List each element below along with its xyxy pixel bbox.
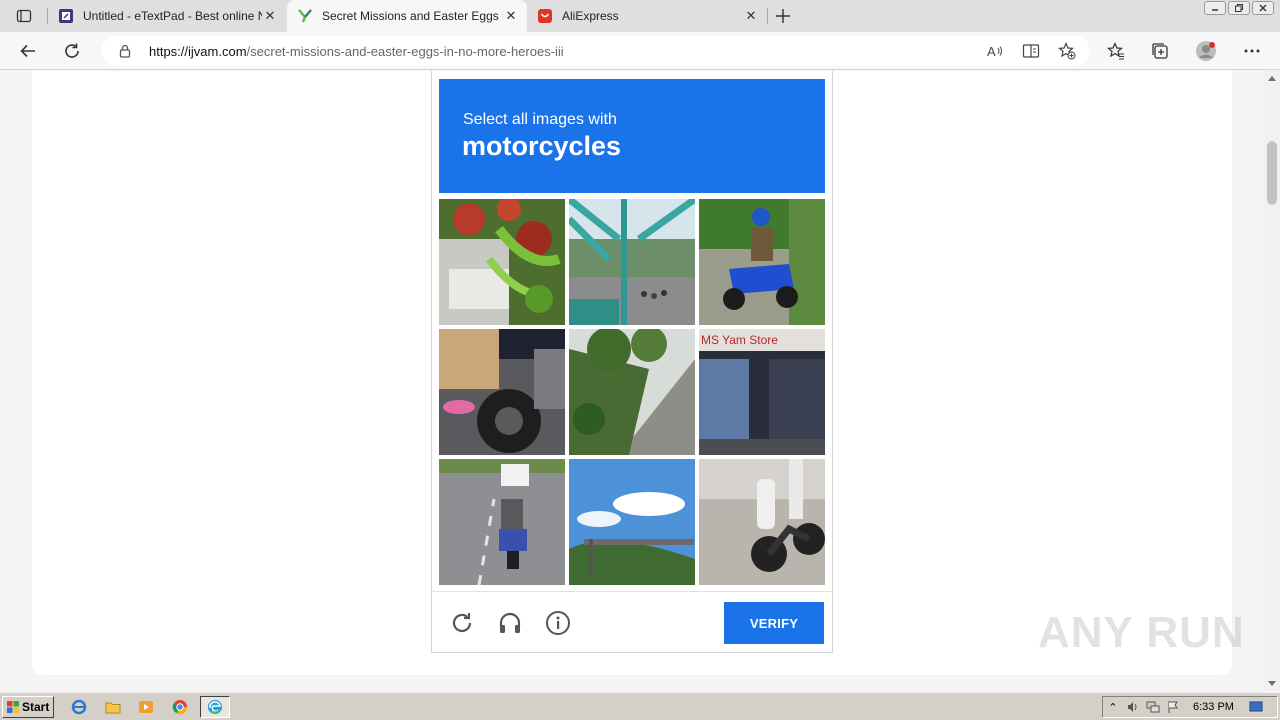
- tab-secret-missions[interactable]: Secret Missions and Easter Eggs in No Mo…: [287, 0, 527, 32]
- favorites-button[interactable]: [1102, 37, 1130, 65]
- captcha-tile-5[interactable]: [569, 329, 695, 455]
- network-icon[interactable]: [1143, 698, 1163, 716]
- browser-toolbar: https://ijvam.com/secret-missions-and-ea…: [0, 32, 1280, 70]
- captcha-tile-2[interactable]: [569, 199, 695, 325]
- tab-title: Secret Missions and Easter Eggs in No Mo…: [322, 9, 503, 23]
- refresh-icon: [65, 43, 79, 58]
- back-arrow-icon: [20, 44, 35, 58]
- captcha-footer: VERIFY: [432, 591, 832, 653]
- captcha-prompt: Select all images with motorcycles: [439, 79, 825, 193]
- restore-button[interactable]: [1228, 1, 1250, 15]
- refresh-icon: [452, 613, 472, 632]
- close-icon[interactable]: ✕: [503, 8, 519, 24]
- add-favorite-icon[interactable]: [1056, 40, 1078, 62]
- etextpad-icon: [58, 8, 74, 24]
- system-tray: ⌃ 6:33 PM: [1102, 696, 1278, 718]
- address-bar[interactable]: https://ijvam.com/secret-missions-and-ea…: [101, 36, 1090, 66]
- anyrun-watermark: ANY RUN: [1038, 608, 1245, 657]
- captcha-tile-6[interactable]: MS Yam Store: [699, 329, 825, 455]
- tab-etextpad[interactable]: Untitled - eTextPad - Best online Notepa…: [48, 0, 286, 32]
- close-icon[interactable]: ✕: [743, 8, 759, 24]
- page-viewport: Select all images with motorcycles MS Ya…: [0, 71, 1264, 691]
- audio-challenge-button[interactable]: [496, 609, 524, 637]
- captcha-image-grid: MS Yam Store: [439, 199, 825, 585]
- back-button[interactable]: [14, 37, 42, 65]
- captcha-tile-8[interactable]: [569, 459, 695, 585]
- collections-button[interactable]: [1146, 37, 1174, 65]
- read-aloud-icon[interactable]: A: [984, 40, 1006, 62]
- captcha-challenge: Select all images with motorcycles MS Ya…: [431, 71, 833, 653]
- windows-taskbar: Start ⌃ 6:33 PM: [0, 692, 1280, 720]
- close-icon[interactable]: ✕: [262, 8, 278, 24]
- clock: 6:33 PM: [1193, 701, 1234, 713]
- media-player-icon[interactable]: [136, 697, 156, 717]
- start-label: Start: [22, 700, 50, 714]
- lock-icon[interactable]: [117, 43, 133, 59]
- ie-icon[interactable]: [69, 697, 89, 717]
- tab-separator: [767, 8, 768, 24]
- captcha-tile-9[interactable]: [699, 459, 825, 585]
- captcha-tile-4[interactable]: [439, 329, 565, 455]
- immersive-reader-icon[interactable]: [1020, 40, 1042, 62]
- edge-taskbar-button[interactable]: [200, 696, 230, 718]
- tray-expand-icon[interactable]: ⌃: [1103, 698, 1123, 716]
- plus-icon: [776, 9, 790, 23]
- tab-aliexpress[interactable]: AliExpress ✕: [527, 0, 767, 32]
- tab-title: AliExpress: [562, 9, 619, 23]
- window-controls: [1204, 1, 1274, 15]
- chrome-icon[interactable]: [170, 697, 190, 717]
- url-path: /secret-missions-and-easter-eggs-in-no-m…: [246, 43, 564, 59]
- edge-icon: [208, 700, 222, 714]
- windows-logo-icon: [7, 701, 19, 713]
- page-scrollbar[interactable]: [1264, 71, 1280, 691]
- show-desktop-icon[interactable]: [1246, 698, 1266, 716]
- avatar-icon: [1196, 41, 1216, 61]
- profile-button[interactable]: [1192, 37, 1220, 65]
- verify-button[interactable]: VERIFY: [724, 602, 824, 644]
- captcha-tile-7[interactable]: [439, 459, 565, 585]
- captcha-instruction: Select all images with: [463, 111, 617, 128]
- scroll-up-arrow-icon[interactable]: [1268, 76, 1276, 81]
- collections-icon: [1152, 43, 1168, 59]
- ijvam-icon: [297, 8, 313, 24]
- tab-actions-icon[interactable]: [8, 5, 40, 27]
- settings-menu-button[interactable]: [1238, 37, 1266, 65]
- store-sign-text: MS Yam Store: [701, 333, 778, 347]
- minimize-button[interactable]: [1204, 1, 1226, 15]
- tab-strip: Untitled - eTextPad - Best online Notepa…: [0, 0, 1280, 32]
- url-host: https://ijvam.com: [149, 43, 247, 59]
- start-button[interactable]: Start: [2, 696, 54, 718]
- scrollbar-thumb[interactable]: [1267, 141, 1277, 205]
- aliexpress-icon: [537, 8, 553, 24]
- captcha-tile-1[interactable]: [439, 199, 565, 325]
- refresh-button[interactable]: [58, 37, 86, 65]
- svg-text:A: A: [987, 44, 996, 59]
- favorites-icon: [1107, 42, 1124, 60]
- captcha-tile-3[interactable]: [699, 199, 825, 325]
- flag-icon[interactable]: [1163, 698, 1183, 716]
- close-window-button[interactable]: [1252, 1, 1274, 15]
- scroll-down-arrow-icon[interactable]: [1268, 681, 1276, 686]
- headphones-icon: [499, 612, 521, 633]
- info-icon: [546, 611, 570, 635]
- tab-title: Untitled - eTextPad - Best online Notepa…: [83, 9, 262, 23]
- captcha-target: motorcycles: [462, 131, 622, 161]
- volume-icon[interactable]: [1123, 698, 1143, 716]
- url-text: https://ijvam.com/secret-missions-and-ea…: [149, 44, 564, 59]
- refresh-challenge-button[interactable]: [448, 609, 476, 637]
- info-button[interactable]: [544, 609, 572, 637]
- more-icon: [1244, 49, 1260, 53]
- new-tab-button[interactable]: [772, 5, 794, 27]
- folder-icon[interactable]: [103, 697, 123, 717]
